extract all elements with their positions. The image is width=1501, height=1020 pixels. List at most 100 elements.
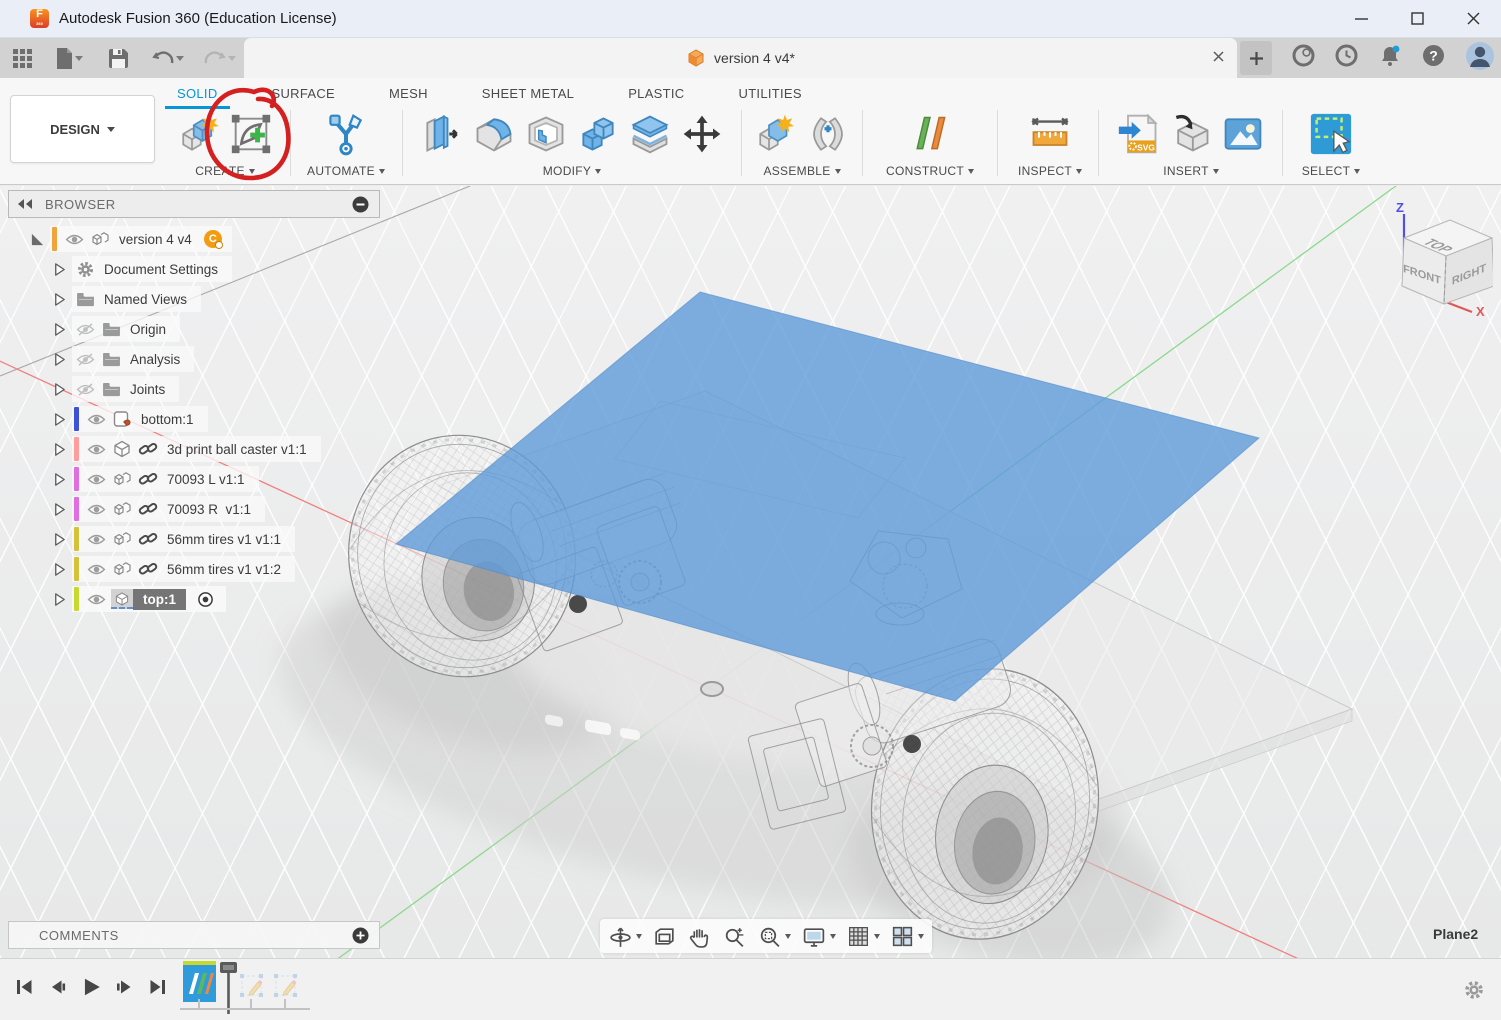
- user-avatar[interactable]: [1465, 41, 1495, 76]
- move-copy-button[interactable]: [678, 110, 726, 158]
- create-dropdown-caret[interactable]: [249, 169, 255, 174]
- tree-item-joints[interactable]: Joints: [8, 374, 380, 404]
- fit-button[interactable]: [757, 924, 791, 949]
- tree-item-70093-l[interactable]: 70093 L v1:1: [8, 464, 380, 494]
- close-button[interactable]: [1445, 0, 1501, 37]
- tree-item-label[interactable]: 3d print ball caster v1:1: [163, 442, 311, 457]
- tab-sheet-metal[interactable]: SHEET METAL: [470, 82, 586, 109]
- new-component-button[interactable]: [175, 110, 223, 158]
- select-group-label[interactable]: SELECT: [1285, 162, 1377, 180]
- tree-item-label[interactable]: Document Settings: [100, 262, 222, 277]
- orbit-caret[interactable]: [636, 934, 642, 939]
- tree-item-label[interactable]: Analysis: [126, 352, 184, 367]
- visibility-eye-icon[interactable]: [63, 229, 85, 249]
- tree-item-tires-2[interactable]: 56mm tires v1 v1:2: [8, 554, 380, 584]
- combine-button[interactable]: [574, 110, 622, 158]
- grid-settings-caret[interactable]: [874, 934, 880, 939]
- timeline-feature-plane-selected[interactable]: [183, 965, 216, 1002]
- tree-item-label[interactable]: version 4 v4: [115, 232, 196, 247]
- display-settings-button[interactable]: [801, 924, 836, 949]
- automate-dropdown-caret[interactable]: [379, 169, 385, 174]
- timeline-go-to-end-button[interactable]: [147, 977, 168, 997]
- expander-icon[interactable]: [50, 591, 68, 607]
- visibility-eye-icon[interactable]: [85, 469, 107, 489]
- visibility-eye-icon[interactable]: [85, 559, 107, 579]
- visibility-eye-icon[interactable]: [85, 499, 107, 519]
- tree-item-bottom[interactable]: bottom:1: [8, 404, 380, 434]
- orbit-button[interactable]: [608, 924, 642, 949]
- insert-svg-button[interactable]: SVG: [1115, 110, 1163, 158]
- tree-item-label[interactable]: Named Views: [100, 292, 191, 307]
- extensions-icon[interactable]: [1292, 44, 1315, 72]
- job-status-clock-icon[interactable]: [1335, 44, 1358, 72]
- tree-item-label-selected[interactable]: top:1: [133, 589, 186, 610]
- tree-item-70093-r[interactable]: 70093 R v1:1: [8, 494, 380, 524]
- split-body-button[interactable]: [626, 110, 674, 158]
- save-button[interactable]: [106, 45, 131, 72]
- timeline-step-forward-button[interactable]: [114, 977, 135, 997]
- tree-item-label[interactable]: 56mm tires v1 v1:1: [163, 532, 285, 547]
- tree-item-label[interactable]: 56mm tires v1 v1:2: [163, 562, 285, 577]
- expander-icon[interactable]: [50, 381, 68, 397]
- tab-close-icon[interactable]: [1212, 50, 1225, 68]
- file-menu-caret[interactable]: [75, 56, 83, 61]
- construct-plane-button[interactable]: [906, 110, 954, 158]
- browser-header[interactable]: BROWSER: [8, 190, 380, 218]
- fit-caret[interactable]: [785, 934, 791, 939]
- tree-item-analysis[interactable]: Analysis: [8, 344, 380, 374]
- tree-item-label[interactable]: Joints: [126, 382, 169, 397]
- automate-group-label[interactable]: AUTOMATE: [293, 162, 399, 180]
- redo-button[interactable]: [201, 45, 239, 71]
- pan-button[interactable]: [687, 924, 712, 949]
- tree-item-named-views[interactable]: Named Views: [8, 284, 380, 314]
- add-comment-icon[interactable]: [352, 927, 369, 944]
- tree-item-root[interactable]: version 4 v4 C: [8, 224, 380, 254]
- inspect-dropdown-caret[interactable]: [1076, 169, 1082, 174]
- visibility-eye-icon[interactable]: [85, 589, 107, 609]
- tab-solid[interactable]: SOLID: [165, 82, 230, 109]
- zoom-button[interactable]: [722, 924, 747, 949]
- tree-item-document-settings[interactable]: Document Settings: [8, 254, 380, 284]
- modify-dropdown-caret[interactable]: [595, 169, 601, 174]
- tree-item-tires-1[interactable]: 56mm tires v1 v1:1: [8, 524, 380, 554]
- view-cube[interactable]: Z X TOP FRONT RIGHT: [1358, 198, 1493, 318]
- visibility-eye-icon[interactable]: [85, 409, 107, 429]
- insert-group-label[interactable]: INSERT: [1101, 162, 1281, 180]
- workspace-switcher-button[interactable]: DESIGN: [10, 95, 155, 163]
- press-pull-button[interactable]: [418, 110, 466, 158]
- minimize-button[interactable]: [1333, 0, 1389, 37]
- automate-button[interactable]: [322, 110, 370, 158]
- tree-item-label[interactable]: 70093 R v1:1: [163, 502, 255, 517]
- viewports-caret[interactable]: [918, 934, 924, 939]
- expander-icon[interactable]: [50, 291, 68, 307]
- timeline-feature-sketch-ghost[interactable]: [272, 972, 299, 999]
- grid-settings-button[interactable]: [846, 924, 880, 949]
- visibility-eye-off-icon[interactable]: [74, 319, 96, 339]
- expander-open-icon[interactable]: [28, 231, 46, 247]
- expander-icon[interactable]: [50, 561, 68, 577]
- tree-item-top-selected[interactable]: top:1: [8, 584, 380, 614]
- assemble-dropdown-caret[interactable]: [835, 169, 841, 174]
- create-group-label[interactable]: CREATE: [163, 162, 287, 180]
- timeline-step-back-button[interactable]: [47, 977, 68, 997]
- visibility-eye-off-icon[interactable]: [74, 379, 96, 399]
- tab-plastic[interactable]: PLASTIC: [616, 82, 696, 109]
- viewport-3d[interactable]: Z X TOP FRONT RIGHT BROWSER: [0, 186, 1501, 958]
- redo-caret[interactable]: [228, 56, 236, 61]
- viewports-button[interactable]: [890, 924, 924, 949]
- display-settings-caret[interactable]: [830, 934, 836, 939]
- timeline-go-to-start-button[interactable]: [14, 977, 35, 997]
- timeline-feature-sketch-ghost[interactable]: [238, 972, 265, 999]
- maximize-button[interactable]: [1389, 0, 1445, 37]
- assemble-new-component-button[interactable]: [752, 110, 800, 158]
- select-dropdown-caret[interactable]: [1354, 169, 1360, 174]
- expander-icon[interactable]: [50, 441, 68, 457]
- new-tab-button[interactable]: [1240, 41, 1272, 75]
- visibility-eye-icon[interactable]: [85, 529, 107, 549]
- visibility-eye-icon[interactable]: [85, 439, 107, 459]
- document-tab[interactable]: version 4 v4*: [244, 38, 1237, 78]
- expander-icon[interactable]: [50, 351, 68, 367]
- assemble-group-label[interactable]: ASSEMBLE: [744, 162, 860, 180]
- activate-component-radio[interactable]: [194, 589, 216, 609]
- expander-icon[interactable]: [50, 411, 68, 427]
